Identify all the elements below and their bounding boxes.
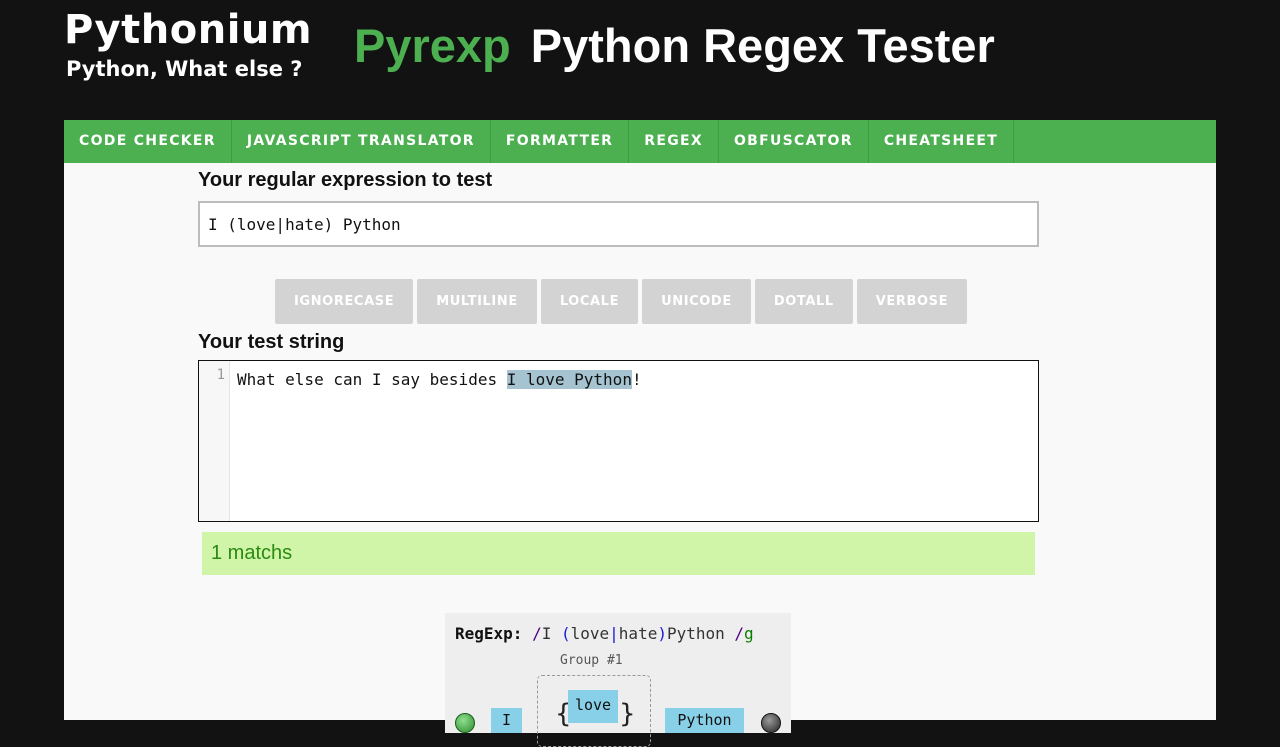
brand[interactable]: Pythonium Python, What else ? bbox=[64, 6, 312, 82]
text-after-match: ! bbox=[631, 370, 642, 389]
test-string-label: Your test string bbox=[198, 331, 345, 353]
code-line[interactable]: What else can I say besides I love Pytho… bbox=[237, 370, 642, 389]
regexp-pipe: | bbox=[609, 624, 619, 643]
main-content: Your regular expression to test IGNORECA… bbox=[64, 163, 1216, 747]
group-label: Group #1 bbox=[560, 653, 623, 668]
text-before-match: What else can I say besides bbox=[237, 370, 507, 389]
brace-right-icon: } bbox=[619, 699, 636, 729]
nav-regex[interactable]: REGEX bbox=[629, 120, 719, 163]
line-gutter: 1 bbox=[199, 361, 230, 521]
match-count: 1 matchs bbox=[202, 532, 1035, 575]
regexp-paren-close: ) bbox=[657, 624, 667, 643]
nav-cheatsheet[interactable]: CHEATSHEET bbox=[869, 120, 1015, 163]
flag-unicode-button[interactable]: UNICODE bbox=[642, 279, 751, 324]
nav-code-checker[interactable]: CODE CHECKER bbox=[64, 120, 232, 163]
node-python: Python bbox=[665, 708, 744, 733]
match-highlight: I love Python bbox=[506, 370, 632, 389]
page-title: Pyrexp Python Regex Tester bbox=[354, 18, 995, 74]
regexp-flag: g bbox=[744, 624, 754, 643]
page-title-rest: Python Regex Tester bbox=[530, 19, 995, 72]
regexp-alt-hate: hate bbox=[618, 624, 658, 643]
nav-formatter[interactable]: FORMATTER bbox=[491, 120, 630, 163]
flag-buttons: IGNORECASE MULTILINE LOCALE UNICODE DOTA… bbox=[275, 279, 968, 324]
flag-verbose-button[interactable]: VERBOSE bbox=[856, 279, 968, 324]
site-name: Pythonium bbox=[64, 7, 313, 53]
node-i: I bbox=[491, 708, 522, 733]
railroad-diagram: RegExp: /I (love|hate)Python /g Group #1… bbox=[445, 613, 791, 747]
flag-locale-button[interactable]: LOCALE bbox=[540, 279, 639, 324]
site-tagline: Python, What else ? bbox=[66, 57, 303, 81]
regexp-slash-close: / bbox=[734, 624, 745, 643]
end-terminal-icon bbox=[761, 713, 781, 733]
flag-dotall-button[interactable]: DOTALL bbox=[754, 279, 853, 324]
nav-obfuscator[interactable]: OBFUSCATOR bbox=[719, 120, 869, 163]
node-love: love bbox=[568, 690, 618, 723]
page-title-accent: Pyrexp bbox=[354, 19, 511, 72]
regex-label: Your regular expression to test bbox=[198, 169, 493, 191]
test-string-editor[interactable]: 1 What else can I say besides I love Pyt… bbox=[198, 360, 1039, 522]
main-nav: CODE CHECKER JAVASCRIPT TRANSLATOR FORMA… bbox=[64, 120, 1216, 163]
regexp-display: RegExp: /I (love|hate)Python /g bbox=[455, 624, 754, 643]
regexp-literal-i: I bbox=[541, 624, 561, 643]
flag-ignorecase-button[interactable]: IGNORECASE bbox=[275, 279, 414, 324]
regexp-literal-python: Python bbox=[666, 624, 735, 643]
regexp-label: RegExp: bbox=[455, 624, 523, 643]
line-number: 1 bbox=[216, 367, 225, 383]
nav-javascript-translator[interactable]: JAVASCRIPT TRANSLATOR bbox=[232, 120, 491, 163]
regexp-slash-open: / bbox=[532, 624, 542, 643]
regexp-paren-open: ( bbox=[560, 624, 571, 643]
regexp-alt-love: love bbox=[570, 624, 610, 643]
flag-multiline-button[interactable]: MULTILINE bbox=[417, 279, 537, 324]
regex-input[interactable] bbox=[198, 201, 1039, 247]
start-terminal-icon bbox=[455, 713, 475, 733]
